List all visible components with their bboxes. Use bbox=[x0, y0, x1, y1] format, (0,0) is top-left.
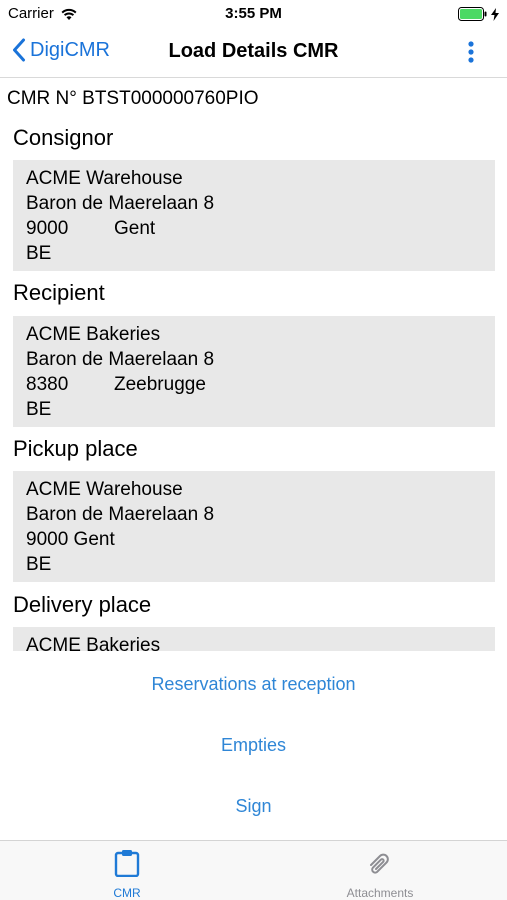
consignor-postal-city: 9000 Gent bbox=[26, 216, 482, 241]
clipboard-icon bbox=[114, 850, 140, 878]
recipient-title: Recipient bbox=[13, 280, 105, 305]
status-bar: Carrier 3:55 PM bbox=[0, 0, 507, 28]
recipient-postal-code: 8380 bbox=[26, 374, 69, 395]
pickup-street: Baron de Maerelaan 8 bbox=[26, 504, 215, 525]
empties-button[interactable]: Empties bbox=[0, 735, 507, 756]
consignor-address: ACME Warehouse Baron de Maerelaan 8 9000… bbox=[13, 160, 495, 271]
consignor-title: Consignor bbox=[13, 125, 114, 150]
paperclip-icon bbox=[370, 853, 389, 874]
recipient-name: ACME Bakeries bbox=[26, 324, 161, 345]
pickup-title: Pickup place bbox=[13, 436, 138, 461]
status-time: 3:55 PM bbox=[225, 5, 282, 22]
recipient-postal-city: 8380 Zeebrugge bbox=[26, 372, 482, 397]
recipient-country: BE bbox=[26, 399, 52, 420]
battery-icon bbox=[458, 7, 487, 21]
tab-attachments[interactable]: Attachments bbox=[320, 849, 440, 900]
tab-attachments-label: Attachments bbox=[346, 886, 414, 900]
consignor-country: BE bbox=[26, 243, 52, 264]
consignor-city: Gent bbox=[114, 218, 156, 239]
cmr-number: CMR N° BTST000000760PIO bbox=[7, 88, 259, 109]
recipient-street: Baron de Maerelaan 8 bbox=[26, 349, 215, 370]
details-scroll-area[interactable]: CMR N° BTST000000760PIO Consignor ACME W… bbox=[0, 80, 507, 651]
back-button[interactable]: DigiCMR bbox=[12, 38, 110, 62]
reservations-at-reception-button[interactable]: Reservations at reception bbox=[0, 674, 507, 695]
delivery-address: ACME Bakeries bbox=[13, 627, 495, 651]
pickup-country: BE bbox=[26, 554, 52, 575]
delivery-name: ACME Bakeries bbox=[26, 635, 161, 651]
consignor-postal-code: 9000 bbox=[26, 218, 69, 239]
tab-cmr[interactable]: CMR bbox=[67, 849, 187, 900]
consignor-name: ACME Warehouse bbox=[26, 168, 183, 189]
tab-bar: CMR Attachments bbox=[0, 840, 507, 900]
sign-button[interactable]: Sign bbox=[0, 796, 507, 817]
more-vertical-icon bbox=[468, 41, 474, 63]
navigation-bar: DigiCMR Load Details CMR bbox=[0, 28, 507, 78]
charging-bolt-icon bbox=[491, 7, 499, 21]
pickup-name: ACME Warehouse bbox=[26, 479, 183, 500]
pickup-postal-city: 9000 Gent bbox=[26, 529, 115, 550]
consignor-street: Baron de Maerelaan 8 bbox=[26, 193, 215, 214]
tab-cmr-label: CMR bbox=[113, 886, 141, 900]
pickup-address: ACME Warehouse Baron de Maerelaan 8 9000… bbox=[13, 471, 495, 582]
back-button-label: DigiCMR bbox=[30, 38, 110, 61]
battery-indicator bbox=[458, 7, 499, 21]
chevron-left-icon bbox=[13, 38, 25, 62]
delivery-title: Delivery place bbox=[13, 592, 152, 617]
more-options-button[interactable] bbox=[461, 39, 481, 65]
recipient-city: Zeebrugge bbox=[114, 374, 206, 395]
recipient-address: ACME Bakeries Baron de Maerelaan 8 8380 Z… bbox=[13, 316, 495, 427]
